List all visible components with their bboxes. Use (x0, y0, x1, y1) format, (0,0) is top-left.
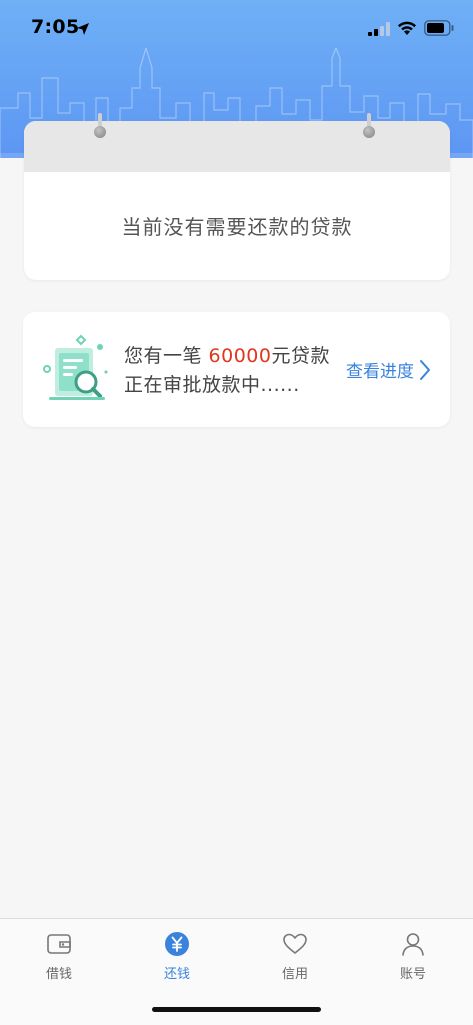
tab-credit[interactable]: 信用 (236, 931, 354, 991)
loan-approval-card[interactable]: 您有一笔 60000元贷款 正在审批放款中...... 查看进度 (23, 312, 450, 427)
wallet-icon (47, 934, 71, 954)
approval-text-prefix: 您有一笔 (124, 345, 209, 367)
chevron-right-icon (420, 359, 430, 380)
loan-amount: 60000 (208, 345, 272, 367)
tab-borrow[interactable]: 借钱 (0, 931, 118, 991)
status-bar: 7:05 (0, 0, 473, 60)
status-time: 7:05 (31, 16, 80, 38)
cellular-signal-icon (368, 22, 390, 36)
tab-repay[interactable]: 还钱 (118, 931, 236, 991)
calendar-ring-right-icon (363, 113, 375, 141)
calendar-ring-left-icon (94, 113, 106, 141)
approval-status-text: 您有一笔 60000元贷款 正在审批放款中...... (124, 342, 330, 400)
approval-text-suffix: 元贷款 (271, 345, 331, 367)
heart-icon (283, 933, 307, 954)
location-arrow-icon (77, 23, 89, 35)
wifi-icon (398, 21, 416, 35)
calendar-header-strip (24, 121, 450, 172)
tab-account[interactable]: 账号 (354, 931, 472, 991)
view-progress-link[interactable]: 查看进度 (346, 357, 431, 382)
approval-status-line: 正在审批放款中...... (124, 374, 300, 396)
document-search-icon (43, 334, 108, 400)
battery-icon (424, 20, 454, 36)
tab-account-label: 账号 (399, 967, 426, 982)
tab-borrow-label: 借钱 (45, 967, 72, 982)
tab-repay-label: 还钱 (163, 967, 190, 982)
user-icon (402, 933, 424, 956)
view-progress-label: 查看进度 (346, 362, 414, 382)
yuan-icon (165, 932, 189, 956)
no-loan-calendar-card: 当前没有需要还款的贷款 (24, 121, 450, 280)
home-indicator[interactable] (152, 1007, 321, 1012)
no-loan-message: 当前没有需要还款的贷款 (121, 215, 353, 239)
tab-credit-label: 信用 (281, 967, 308, 982)
